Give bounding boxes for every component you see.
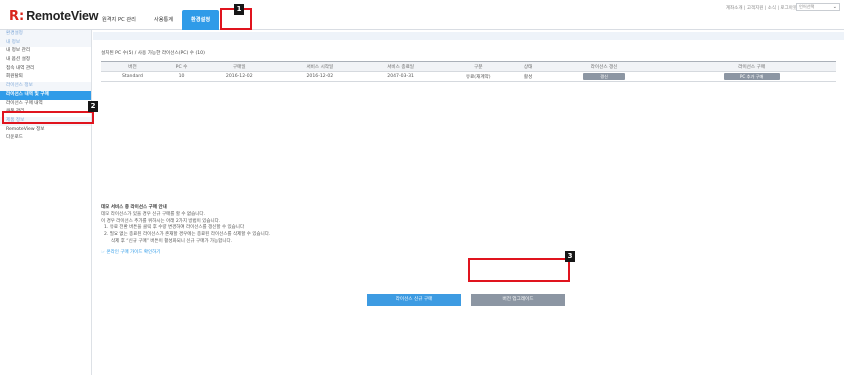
sidebar-item-my-info[interactable]: 내 정보 관리 [0,47,91,56]
tab-settings[interactable]: 환경설정 [182,10,220,30]
annotation-badge-2: 2 [88,101,98,112]
sidebar-section-my-info: 내 정보 [0,38,91,48]
col-renew: 라이선스 갱신 [540,61,668,72]
col-type: 구분 [441,61,516,72]
col-version: 버전 [101,61,164,72]
cell-status: 활성 [515,71,541,82]
sidebar-item-remoteview-info[interactable]: RemoteView 정보 [0,126,91,135]
col-status: 상태 [515,61,541,72]
cell-add-pc: PC 추가 구매 [667,71,836,82]
cell-purchase-date: 2016-12-02 [199,71,280,82]
top-links[interactable]: 계좌소개 | 고객지원 | 소식 | 로그아웃 [726,5,797,11]
sidebar-section-settings: 환경설정 [0,30,91,39]
cell-end-date: 2047-03-31 [360,71,441,82]
cell-type: 유료(재계약) [441,71,516,82]
annotation-badge-3: 3 [565,251,575,262]
sidebar-item-access-history[interactable]: 접속 내역 관리 [0,65,91,74]
annotation-badge-1: 1 [234,4,244,15]
tab-remote-pc-management[interactable]: 원격지 PC 관리 [93,10,145,30]
cell-version: Standard [101,71,164,82]
highlight-box-3 [468,258,570,282]
main-nav: 원격지 PC 관리 사용통계 환경설정 [93,10,220,30]
col-pc-count: PC 수 [163,61,200,72]
version-upgrade-button[interactable]: 버전 업그레이드 [471,294,565,306]
add-pc-button[interactable]: PC 추가 구매 [723,73,780,80]
sidebar-item-my-options[interactable]: 내 옵션 설정 [0,56,91,65]
notice-title: 데모 서비스 중 라이선스 구매 안내 [101,205,167,210]
demo-notice: 데모 서비스 중 라이선스 구매 안내 데모 라이선스가 있을 경우 신규 구매… [101,205,270,257]
main-content: 설치된 PC 수(5) / 사용 가능한 라이선스(PC) 수 (10) 버전 … [93,30,844,375]
new-license-purchase-button[interactable]: 라이선스 신규 구매 [367,294,461,306]
logo-mark: R: [9,8,25,24]
logo-text: RemoteView [26,9,99,23]
tab-usage-stats[interactable]: 사용통계 [145,10,182,30]
highlight-box-2 [2,111,94,124]
notice-line: 삭제 후 “신규 구매” 버튼이 활성화되니 신규 구매가 가능합니다. [111,238,233,244]
col-end-date: 서비스 종료일 [360,61,441,72]
sidebar-item-download[interactable]: 다운로드 [0,134,91,143]
cell-pc-count: 10 [163,71,200,82]
top-header: R: RemoteView 원격지 PC 관리 사용통계 환경설정 계좌소개 |… [0,0,844,30]
sidebar-item-purchase-history[interactable]: 라이선스 구매 내역 [0,100,91,109]
col-purchase: 라이선스 구매 [667,61,836,72]
table-header-row: 버전 PC 수 구매일 서비스 시작일 서비스 종료일 구분 상태 라이선스 갱… [101,61,836,72]
purchase-guide-link[interactable]: ☞ 온라인 구매 가이드 확인하기 [101,250,270,257]
license-table: 버전 PC 수 구매일 서비스 시작일 서비스 종료일 구분 상태 라이선스 갱… [101,61,836,82]
language-select-value: 언어선택 [799,4,815,9]
title-bar [93,32,844,40]
sidebar-section-license: 라이선스 정보 [0,82,91,91]
sidebar-item-withdraw[interactable]: 회원탈퇴 [0,73,91,82]
cell-renew: 갱신 [540,71,668,82]
sidebar: 환경설정 내 정보 내 정보 관리 내 옵션 설정 접속 내역 관리 회원탈퇴 … [0,30,92,375]
table-row: Standard 10 2016-12-02 2016-12-02 2047-0… [101,71,836,82]
notice-line: 데모 라이선스가 있을 경우 신규 구매를 할 수 없습니다. [101,211,205,217]
col-start-date: 서비스 시작일 [279,61,361,72]
license-count: 설치된 PC 수(5) / 사용 가능한 라이선스(PC) 수 (10) [101,51,205,56]
col-purchase-date: 구매일 [199,61,280,72]
cell-start-date: 2016-12-02 [279,71,361,82]
notice-line: 2. 필요 없는 종료된 라이선스가 존재할 경우에는 종료된 라이선스를 삭제… [104,232,271,238]
sidebar-item-license-purchase[interactable]: 라이선스 내역 및 구매 [0,90,91,100]
language-select[interactable]: 언어선택 ⌄ [796,3,840,11]
renew-button[interactable]: 갱신 [583,73,626,80]
logo[interactable]: R: RemoteView [9,8,99,24]
chevron-down-icon: ⌄ [832,4,837,10]
